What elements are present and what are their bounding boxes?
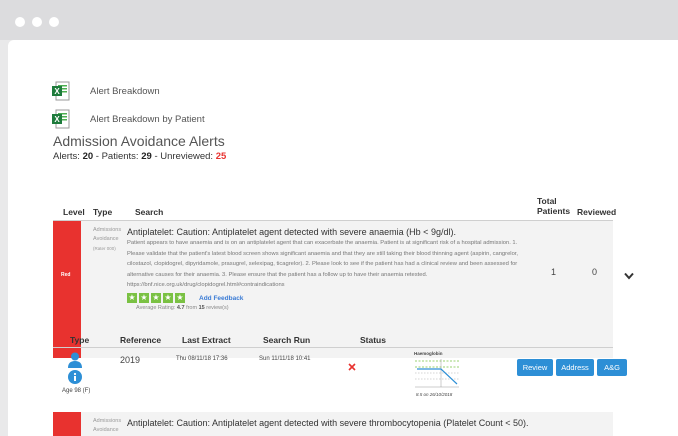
file-link-label[interactable]: Alert Breakdown by Patient — [90, 114, 205, 125]
rating-stars[interactable]: ★ ★ ★ ★ ★ — [127, 293, 187, 303]
alert-title: Antiplatelet: Caution: Antiplatelet agen… — [127, 227, 456, 237]
browser-window: X Alert Breakdown X Alert Breakdown by P… — [0, 0, 678, 436]
header-type: Type — [93, 207, 113, 217]
title-bar — [0, 0, 678, 40]
header-reviewed: Reviewed — [577, 207, 617, 217]
window-maximize-dot[interactable] — [49, 17, 59, 27]
file-link-alert-breakdown-by-patient[interactable]: X Alert Breakdown by Patient — [52, 108, 205, 130]
patients-label: - Patients: — [95, 151, 139, 162]
file-link-alert-breakdown[interactable]: X Alert Breakdown — [52, 80, 160, 102]
cross-icon — [348, 358, 356, 376]
excel-icon: X — [52, 81, 70, 101]
level-label: Red — [61, 272, 71, 278]
window-close-dot[interactable] — [15, 17, 25, 27]
total-patients-value: 1 — [551, 267, 557, 277]
excel-icon: X — [52, 109, 70, 129]
patient-header-divider — [53, 347, 613, 348]
alert-type-line2: Avoidance — [93, 427, 119, 433]
address-button[interactable]: Address — [556, 359, 594, 376]
star-icon[interactable]: ★ — [127, 293, 137, 303]
patient-search-run: Sun 11/11/18 10:41 — [259, 356, 311, 362]
rating-from: from — [186, 305, 198, 311]
alert-type-line1: Admissions — [93, 418, 122, 424]
header-total-line1: Total — [537, 196, 557, 206]
alerts-count: 20 — [82, 151, 94, 162]
svg-text:X: X — [54, 87, 60, 96]
header-total-line2: Patients — [537, 206, 571, 216]
header-level: Level — [63, 207, 85, 217]
chevron-down-icon[interactable] — [624, 267, 636, 280]
section-title: Admission Avoidance Alerts — [53, 133, 225, 149]
window-minimize-dot[interactable] — [32, 17, 42, 27]
patient-age: Age 98 (F) — [62, 388, 91, 394]
alert-type: Admissions Avoidance — [93, 417, 121, 435]
alert-type-line1: Admissions — [93, 227, 122, 233]
alert-title: Antiplatelet: Caution: Antiplatelet agen… — [127, 418, 529, 428]
star-icon[interactable]: ★ — [175, 293, 185, 303]
haemoglobin-mini-chart — [415, 359, 459, 388]
mini-chart-title: Haemoglobin — [414, 351, 443, 356]
header-total-patients: Total Patients — [537, 196, 570, 216]
alerts-label: Alerts: — [53, 151, 80, 162]
info-icon[interactable] — [68, 370, 82, 389]
alert-type-line2: Avoidance — [93, 236, 119, 242]
patients-count: 29 — [141, 151, 152, 162]
add-feedback-link[interactable]: Add Feedback — [199, 295, 243, 302]
star-icon[interactable]: ★ — [139, 293, 149, 303]
rating-suffix: review(s) — [206, 305, 229, 311]
header-search: Search — [135, 207, 164, 217]
unreviewed-label: - Unreviewed: — [154, 151, 214, 162]
alert-type: Admissions Avoidance (Rater 000) — [93, 226, 121, 253]
review-button[interactable]: Review — [517, 359, 553, 376]
patient-header-reference: Reference — [120, 335, 162, 345]
rating-count: 15 — [198, 305, 205, 311]
file-link-label[interactable]: Alert Breakdown — [90, 86, 160, 97]
rating-value: 4.7 — [176, 305, 185, 311]
patient-reference: 2019 — [120, 355, 141, 365]
a-and-g-button[interactable]: A&G — [597, 359, 627, 376]
alert-type-line3: (Rater 000) — [93, 246, 116, 251]
unreviewed-count: 25 — [215, 151, 227, 162]
patient-header-type: Type — [70, 335, 90, 345]
alert-description: Patient appears to have anaemia and is o… — [127, 240, 519, 288]
level-indicator-red — [53, 412, 81, 436]
reviewed-value: 0 — [592, 267, 598, 277]
patient-header-search-run: Search Run — [263, 335, 311, 345]
mini-chart-caption: 8.5 on 26/10/2018 — [416, 392, 453, 397]
rating-prefix: Average Rating: — [136, 305, 176, 311]
patient-last-extract: Thu 08/11/18 17:36 — [176, 356, 228, 362]
patient-header-last-extract: Last Extract — [182, 335, 231, 345]
average-rating: Average Rating: 4.7 from 15 review(s) — [136, 305, 229, 311]
patient-header-status: Status — [360, 335, 386, 345]
star-icon[interactable]: ★ — [151, 293, 161, 303]
star-icon[interactable]: ★ — [163, 293, 173, 303]
svg-text:X: X — [54, 115, 60, 124]
alerts-summary: Alerts: 20 - Patients: 29 - Unreviewed: … — [53, 151, 226, 162]
